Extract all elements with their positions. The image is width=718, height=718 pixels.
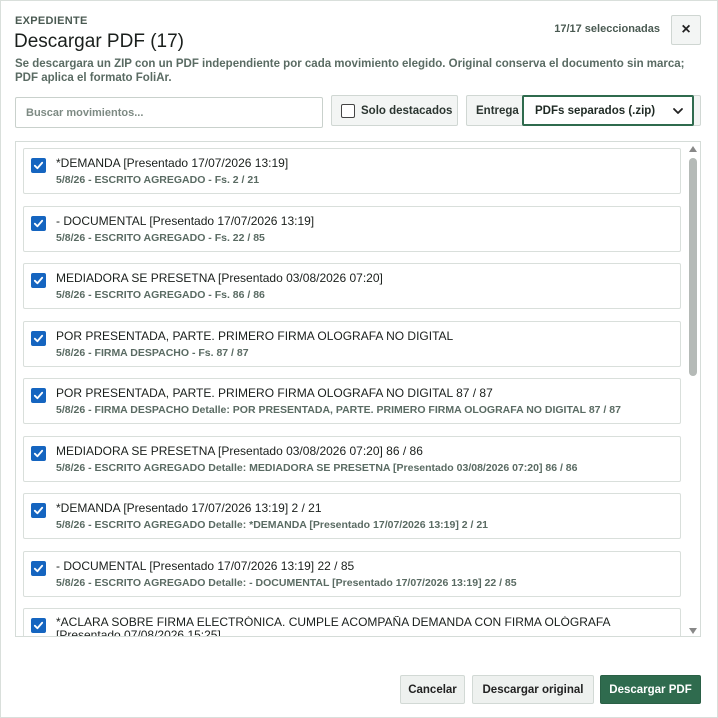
only-highlighted-toggle[interactable]: Solo destacados <box>331 95 458 126</box>
item-title: MEDIADORA SE PRESETNA [Presentado 03/08/… <box>56 443 423 458</box>
item-title: POR PRESENTADA, PARTE. PRIMERO FIRMA OLO… <box>56 386 493 400</box>
item-subtitle: 5/8/26 - ESCRITO AGREGADO - Fs. 2 / 21 <box>56 174 260 186</box>
delivery-group: Entrega PDFs separados (.zip) <box>466 95 701 126</box>
item-checkbox[interactable] <box>31 330 46 346</box>
checkmark-icon <box>33 276 44 285</box>
list-item[interactable]: POR PRESENTADA, PARTE. PRIMERO FIRMA OLO… <box>23 378 681 424</box>
item-title: POR PRESENTADA, PARTE. PRIMERO FIRMA OLO… <box>56 328 454 343</box>
checkmark-icon <box>33 564 44 572</box>
item-title: - DOCUMENTAL [Presentado 17/07/2026 13:1… <box>56 558 355 573</box>
only-highlighted-checkbox[interactable] <box>341 103 355 118</box>
close-icon: × <box>681 21 691 38</box>
list-item[interactable]: MEDIADORA SE PRESETNA [Presentado 03/08/… <box>23 435 681 482</box>
item-title: *DEMANDA [Presentado 17/07/2026 13:19] <box>56 156 289 170</box>
checkmark-icon <box>33 219 44 227</box>
download-pdf-button[interactable]: Descargar PDF <box>600 675 701 704</box>
checkmark-icon <box>33 161 44 170</box>
item-subtitle: 5/8/26 - ESCRITO AGREGADO - Fs. 22 / 85 <box>56 231 265 244</box>
list-item[interactable]: *DEMANDA [Presentado 17/07/2026 13:19] 2… <box>23 493 681 539</box>
item-checkbox[interactable] <box>31 618 46 633</box>
checkmark-icon <box>33 334 44 342</box>
checkmark-icon <box>33 391 44 400</box>
search-input[interactable] <box>15 97 323 128</box>
item-subtitle: 5/8/26 - ESCRITO AGREGADO Detalle: - DOC… <box>56 576 517 589</box>
movements-list[interactable]: *DEMANDA [Presentado 17/07/2026 13:19] 5/… <box>15 141 701 637</box>
item-checkbox[interactable] <box>31 503 46 518</box>
movements-list-items: *DEMANDA [Presentado 17/07/2026 13:19] 5/… <box>23 148 681 637</box>
item-title: MEDIADORA SE PRESETNA [Presentado 03/08/… <box>56 271 383 285</box>
item-title: *DEMANDA [Presentado 17/07/2026 13:19] 2… <box>56 501 322 515</box>
item-checkbox[interactable] <box>31 388 46 403</box>
item-subtitle: 5/8/26 - ESCRITO AGREGADO Detalle: MEDIA… <box>56 461 578 474</box>
delivery-label: Entrega <box>476 105 519 117</box>
dialog-kicker: EXPEDIENTE <box>15 15 88 27</box>
checkmark-icon <box>33 621 44 630</box>
scroll-up-arrow-icon[interactable] <box>688 145 698 153</box>
selected-count: 17/17 seleccionadas <box>554 23 660 35</box>
dialog-description: Se descargara un ZIP con un PDF independ… <box>15 58 685 84</box>
download-pdf-dialog: EXPEDIENTE Descargar PDF (17) 17/17 sele… <box>0 0 718 718</box>
list-item[interactable]: *DEMANDA [Presentado 17/07/2026 13:19] 5/… <box>23 148 681 194</box>
delivery-select[interactable]: PDFs separados (.zip) <box>522 95 694 126</box>
item-checkbox[interactable] <box>31 560 46 576</box>
cancel-button[interactable]: Cancelar <box>400 675 465 704</box>
checkmark-icon <box>33 449 44 457</box>
item-subtitle: 5/8/26 - ESCRITO AGREGADO Detalle: *DEMA… <box>56 519 489 531</box>
list-item[interactable]: - DOCUMENTAL [Presentado 17/07/2026 13:1… <box>23 550 681 597</box>
item-checkbox[interactable] <box>31 445 46 461</box>
close-button[interactable]: × <box>671 15 701 45</box>
item-subtitle: 5/8/26 - FIRMA DESPACHO Detalle: POR PRE… <box>56 404 621 416</box>
item-checkbox[interactable] <box>31 158 46 173</box>
item-subtitle: 5/8/26 - FIRMA DESPACHO - Fs. 87 / 87 <box>56 346 249 359</box>
item-subtitle: 5/8/26 - ESCRITO AGREGADO - Fs. 86 / 86 <box>56 289 265 301</box>
delivery-selected-value: PDFs separados (.zip) <box>535 104 656 117</box>
dialog-title: Descargar PDF (17) <box>14 31 184 52</box>
item-checkbox[interactable] <box>31 215 46 231</box>
list-item[interactable]: MEDIADORA SE PRESETNA [Presentado 03/08/… <box>23 263 681 309</box>
only-highlighted-label: Solo destacados <box>361 104 453 117</box>
list-item[interactable]: POR PRESENTADA, PARTE. PRIMERO FIRMA OLO… <box>23 320 681 367</box>
scroll-down-arrow-icon[interactable] <box>688 627 698 635</box>
item-title: - DOCUMENTAL [Presentado 17/07/2026 13:1… <box>56 213 315 228</box>
download-original-button[interactable]: Descargar original <box>472 675 594 704</box>
scrollbar-thumb[interactable] <box>689 158 697 376</box>
item-title: *ACLARA SOBRE FIRMA ELECTRÓNICA. CUMPLE … <box>56 616 610 637</box>
item-checkbox[interactable] <box>31 273 46 288</box>
list-item[interactable]: *ACLARA SOBRE FIRMA ELECTRÓNICA. CUMPLE … <box>23 608 681 637</box>
chevron-down-icon <box>673 108 683 114</box>
list-item[interactable]: - DOCUMENTAL [Presentado 17/07/2026 13:1… <box>23 205 681 252</box>
checkmark-icon <box>33 506 44 515</box>
